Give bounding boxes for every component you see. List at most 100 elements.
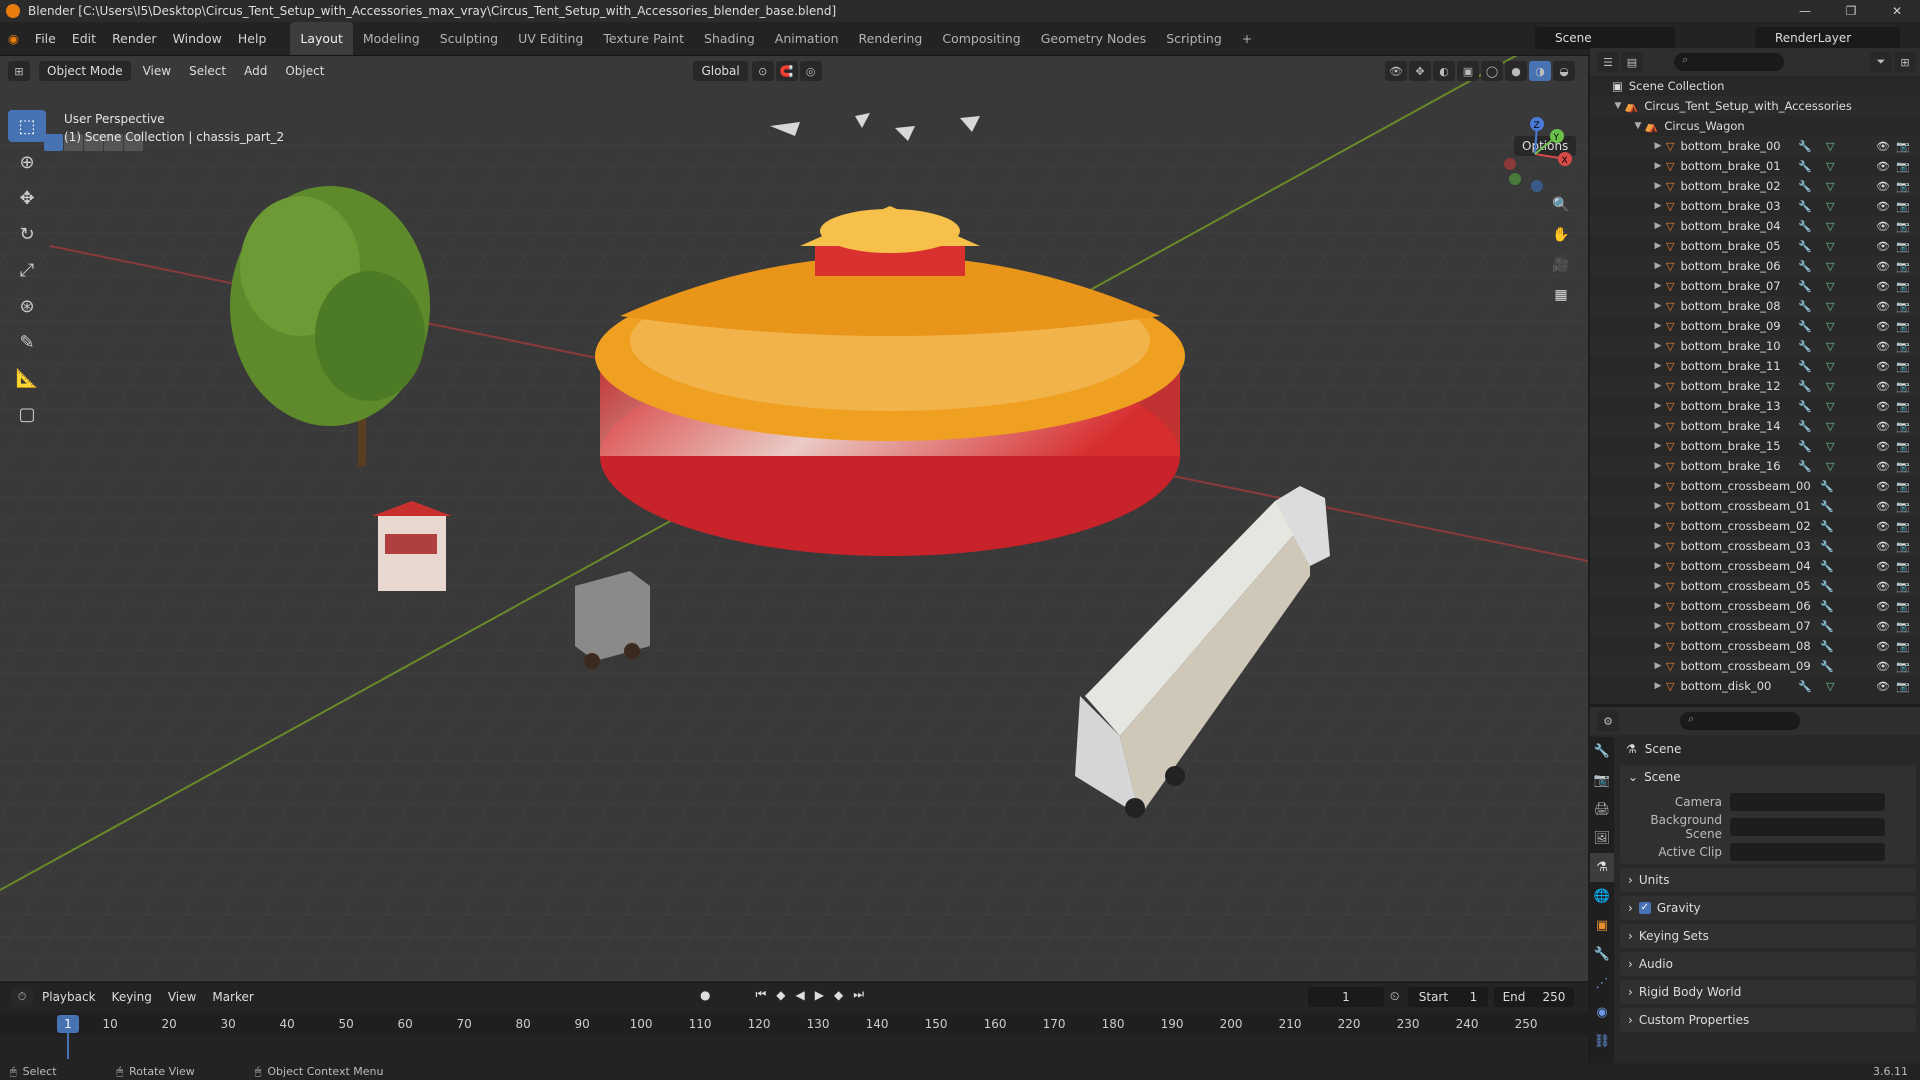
expand-icon[interactable]: ▶	[1652, 141, 1664, 151]
eye-icon[interactable]: 👁	[1876, 620, 1890, 633]
outliner-subcollection[interactable]: ▼ ⛺ Circus_Wagon	[1590, 116, 1920, 136]
properties-editor-icon[interactable]: ⚙	[1597, 711, 1619, 731]
ticket-booth-object[interactable]	[372, 501, 452, 591]
mesh-data-icon[interactable]: ▽	[1826, 380, 1834, 393]
modifier-wrench-icon[interactable]: 🔧	[1820, 540, 1834, 553]
outliner-item[interactable]: ▶ ▽ bottom_brake_08 🔧 ▽ 👁 📷	[1590, 296, 1920, 316]
tab-shading[interactable]: Shading	[694, 22, 765, 55]
filter-icon[interactable]: ⏷	[1870, 52, 1892, 72]
timeline-editor-icon[interactable]: ⏱	[11, 987, 33, 1007]
field-value[interactable]	[1730, 842, 1885, 861]
measure-icon[interactable]: 📐	[8, 362, 46, 394]
expand-icon[interactable]: ▶	[1652, 381, 1664, 391]
expand-icon[interactable]: ▼	[1612, 101, 1624, 111]
modifier-tab-icon[interactable]: 🔧	[1590, 940, 1614, 969]
eye-icon[interactable]: 👁	[1876, 420, 1890, 433]
eye-icon[interactable]: 👁	[1876, 440, 1890, 453]
scene-panel-header[interactable]: ⌄ Scene	[1620, 765, 1916, 789]
viewport-scene[interactable]	[0, 56, 1588, 981]
mesh-data-icon[interactable]: ▽	[1826, 260, 1834, 273]
render-camera-icon[interactable]: 📷	[1896, 440, 1910, 453]
expand-icon[interactable]: ▶	[1652, 521, 1664, 531]
mesh-data-icon[interactable]: ▽	[1826, 360, 1834, 373]
mesh-data-icon[interactable]: ▽	[1826, 440, 1834, 453]
viewport-menu-add[interactable]: Add	[235, 64, 276, 78]
outliner-item[interactable]: ▶ ▽ bottom_brake_14 🔧 ▽ 👁 📷	[1590, 416, 1920, 436]
modifier-wrench-icon[interactable]: 🔧	[1820, 480, 1834, 493]
pan-hand-icon[interactable]: ✋	[1548, 222, 1574, 248]
viewport-menu-view[interactable]: View	[134, 64, 180, 78]
field-value[interactable]	[1730, 792, 1885, 811]
viewport-menu-object[interactable]: Object	[276, 64, 333, 78]
eye-icon[interactable]: 👁	[1876, 360, 1890, 373]
properties-search[interactable]: ⌕	[1680, 712, 1800, 730]
eye-icon[interactable]: 👁	[1876, 380, 1890, 393]
modifier-wrench-icon[interactable]: 🔧	[1798, 680, 1812, 693]
expand-icon[interactable]: ▶	[1652, 241, 1664, 251]
outliner-item[interactable]: ▶ ▽ bottom_crossbeam_09 🔧 👁 📷	[1590, 656, 1920, 676]
eye-icon[interactable]: 👁	[1876, 300, 1890, 313]
tab-rendering[interactable]: Rendering	[849, 22, 933, 55]
tab-texture-paint[interactable]: Texture Paint	[593, 22, 694, 55]
outliner-search[interactable]: ⌕	[1674, 53, 1784, 71]
mesh-data-icon[interactable]: ▽	[1826, 400, 1834, 413]
modifier-wrench-icon[interactable]: 🔧	[1798, 280, 1812, 293]
render-camera-icon[interactable]: 📷	[1896, 160, 1910, 173]
mesh-data-icon[interactable]: ▽	[1826, 180, 1834, 193]
panel-header[interactable]: › Keying Sets	[1620, 924, 1916, 948]
editor-type-icon[interactable]: ⊞	[8, 61, 30, 81]
outliner-root[interactable]: ▣ Scene Collection	[1590, 76, 1920, 96]
render-camera-icon[interactable]: 📷	[1896, 280, 1910, 293]
render-camera-icon[interactable]: 📷	[1896, 140, 1910, 153]
jump-start-icon[interactable]: ⏮	[755, 987, 766, 1002]
eye-icon[interactable]: 👁	[1876, 580, 1890, 593]
render-camera-icon[interactable]: 📷	[1896, 660, 1910, 673]
modifier-wrench-icon[interactable]: 🔧	[1798, 440, 1812, 453]
expand-icon[interactable]: ▶	[1652, 281, 1664, 291]
panel-header[interactable]: › Audio	[1620, 952, 1916, 976]
scale-icon[interactable]: ⤢	[8, 254, 46, 286]
rendered-shading-icon[interactable]: ◒	[1553, 61, 1575, 81]
tab-uv-editing[interactable]: UV Editing	[508, 22, 593, 55]
modifier-wrench-icon[interactable]: 🔧	[1798, 200, 1812, 213]
next-keyframe-icon[interactable]: ◆	[834, 988, 843, 1002]
render-layer-selector[interactable]: RenderLayer	[1755, 27, 1900, 49]
render-camera-icon[interactable]: 📷	[1896, 580, 1910, 593]
particles-tab-icon[interactable]: ⋰	[1590, 969, 1614, 998]
expand-icon[interactable]: ▶	[1652, 601, 1664, 611]
expand-icon[interactable]: ▶	[1652, 261, 1664, 271]
outliner-item[interactable]: ▶ ▽ bottom_brake_13 🔧 ▽ 👁 📷	[1590, 396, 1920, 416]
panel-custom-properties[interactable]: › Custom Properties	[1620, 1008, 1916, 1032]
panel-header[interactable]: › Units	[1620, 868, 1916, 892]
snap-icon[interactable]: 🧲	[775, 61, 798, 81]
minimize-icon[interactable]: —	[1782, 4, 1828, 18]
render-camera-icon[interactable]: 📷	[1896, 460, 1910, 473]
timeline-menu-keying[interactable]: Keying	[104, 990, 160, 1004]
panel-audio[interactable]: › Audio	[1620, 952, 1916, 976]
expand-icon[interactable]: ▶	[1652, 621, 1664, 631]
outliner-item[interactable]: ▶ ▽ bottom_brake_10 🔧 ▽ 👁 📷	[1590, 336, 1920, 356]
tab-modeling[interactable]: Modeling	[353, 22, 430, 55]
panel-header[interactable]: › Rigid Body World	[1620, 980, 1916, 1004]
render-camera-icon[interactable]: 📷	[1896, 520, 1910, 533]
modifier-wrench-icon[interactable]: 🔧	[1798, 160, 1812, 173]
expand-icon[interactable]: ▶	[1652, 641, 1664, 651]
expand-icon[interactable]: ▶	[1652, 481, 1664, 491]
physics-tab-icon[interactable]: ◉	[1590, 998, 1614, 1027]
outliner-item[interactable]: ▶ ▽ bottom_crossbeam_07 🔧 👁 📷	[1590, 616, 1920, 636]
wireframe-shading-icon[interactable]: ◯	[1481, 61, 1503, 81]
render-camera-icon[interactable]: 📷	[1896, 480, 1910, 493]
record-icon[interactable]: ●	[700, 988, 710, 1002]
object-tab-icon[interactable]: ▣	[1590, 911, 1614, 940]
timeline-menu-marker[interactable]: Marker	[204, 990, 261, 1004]
modifier-wrench-icon[interactable]: 🔧	[1820, 520, 1834, 533]
eye-icon[interactable]: 👁	[1876, 500, 1890, 513]
mesh-data-icon[interactable]: ▽	[1826, 160, 1834, 173]
render-camera-icon[interactable]: 📷	[1896, 600, 1910, 613]
expand-icon[interactable]: ▶	[1652, 161, 1664, 171]
eye-icon[interactable]: 👁	[1876, 660, 1890, 673]
expand-icon[interactable]: ▶	[1652, 421, 1664, 431]
outliner-item[interactable]: ▶ ▽ bottom_brake_12 🔧 ▽ 👁 📷	[1590, 376, 1920, 396]
eye-icon[interactable]: 👁	[1876, 200, 1890, 213]
outliner-item[interactable]: ▶ ▽ bottom_crossbeam_06 🔧 👁 📷	[1590, 596, 1920, 616]
